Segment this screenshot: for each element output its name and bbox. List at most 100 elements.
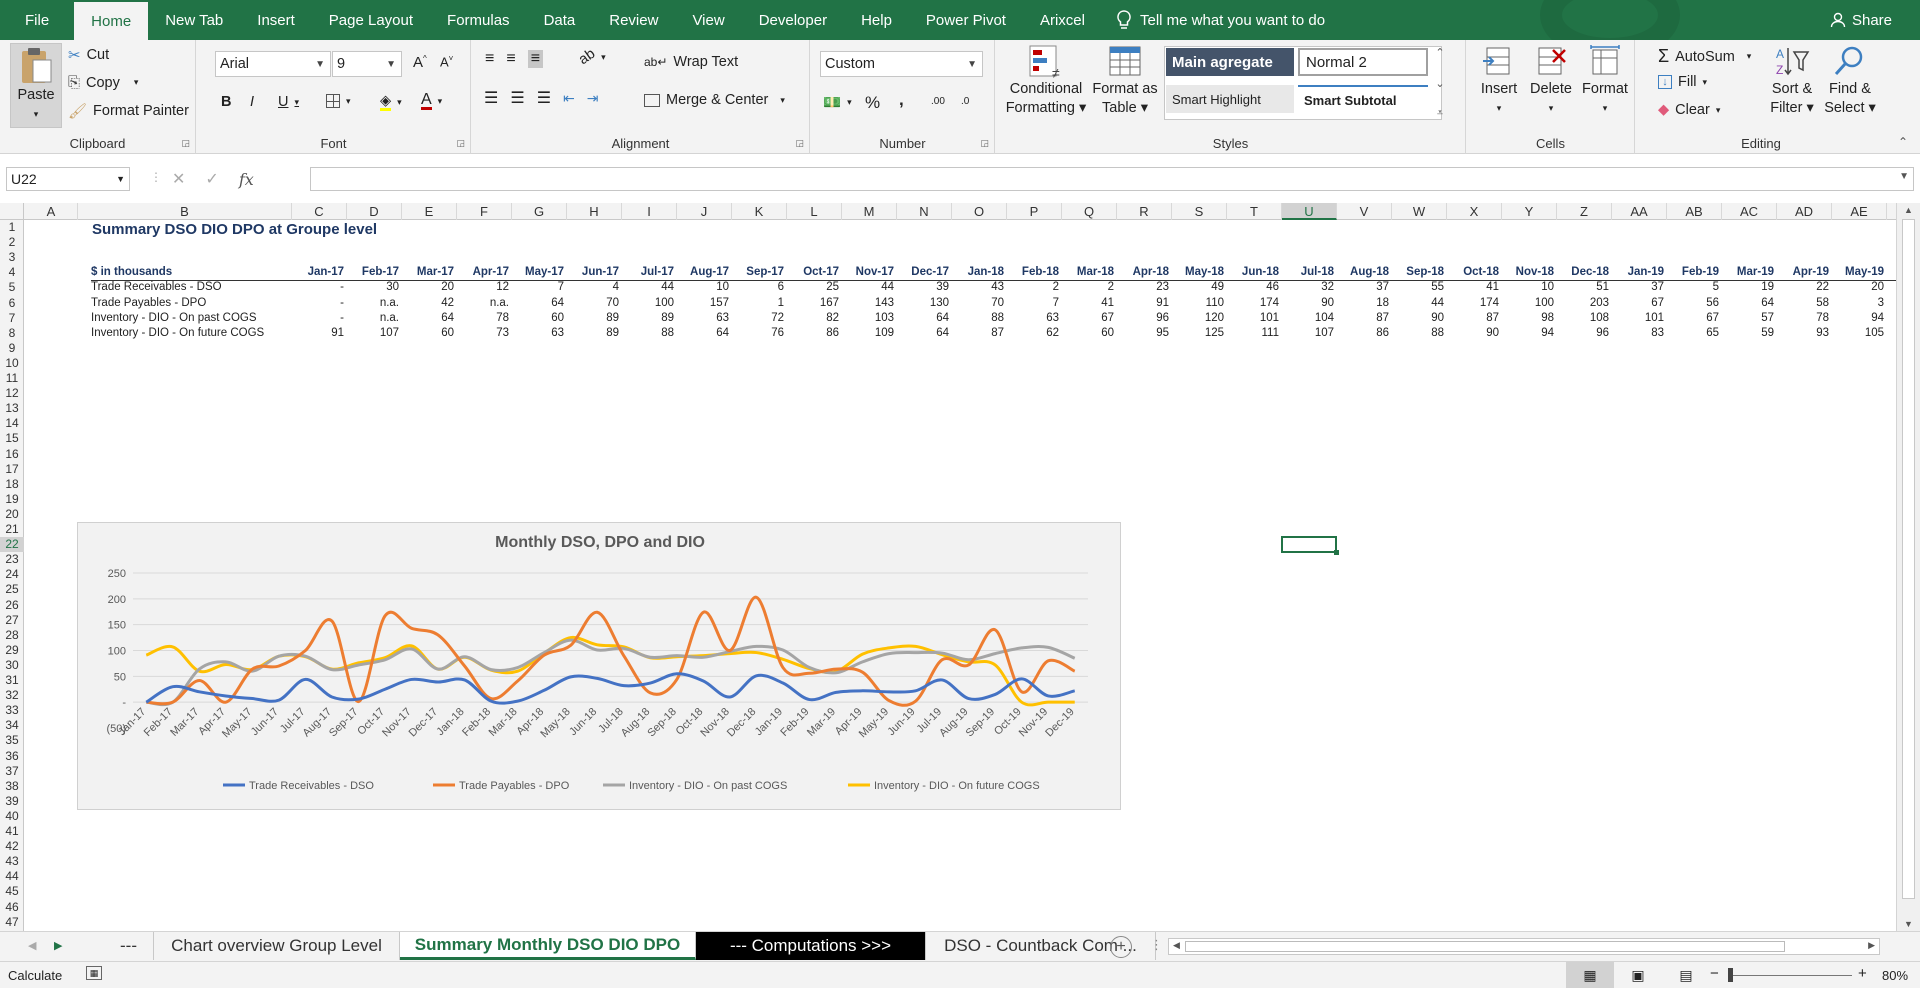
table-cell[interactable]: 58 <box>1777 296 1829 311</box>
scroll-tabs-left-icon[interactable]: ◀ <box>28 939 36 952</box>
table-cell[interactable]: 41 <box>1447 280 1499 295</box>
table-cell[interactable]: 120 <box>1172 311 1224 326</box>
conditional-formatting-button[interactable]: ≠ Conditional Formatting ▾ <box>1004 44 1088 118</box>
row-header[interactable]: 16 <box>0 447 24 462</box>
table-cell[interactable]: 88 <box>952 311 1004 326</box>
format-as-table-button[interactable]: Format as Table ▾ <box>1090 44 1160 118</box>
tab-review[interactable]: Review <box>592 0 675 40</box>
table-cell[interactable]: 64 <box>402 311 454 326</box>
table-cell[interactable]: 108 <box>1557 311 1609 326</box>
align-middle-icon[interactable]: ≡ <box>506 50 515 68</box>
table-cell[interactable]: 70 <box>567 296 619 311</box>
table-cell[interactable]: 83 <box>1612 326 1664 341</box>
copy-button[interactable]: ⎘ Copy ▾ <box>68 74 138 91</box>
table-cell[interactable]: 30 <box>347 280 399 295</box>
table-cell[interactable]: - <box>292 311 344 326</box>
table-cell[interactable]: 109 <box>842 326 894 341</box>
table-cell[interactable]: 7 <box>1007 296 1059 311</box>
table-cell[interactable]: 130 <box>897 296 949 311</box>
select-all-corner[interactable] <box>0 203 24 220</box>
row-header[interactable]: 8 <box>0 326 24 341</box>
table-cell[interactable]: 78 <box>457 311 509 326</box>
table-cell[interactable]: 111 <box>1227 326 1279 341</box>
style-smart-highlight[interactable]: Smart Highlight <box>1166 85 1294 113</box>
align-right-icon[interactable]: ☰ <box>537 88 551 108</box>
table-cell[interactable]: 93 <box>1777 326 1829 341</box>
table-cell[interactable]: 101 <box>1227 311 1279 326</box>
row-header[interactable]: 44 <box>0 869 24 884</box>
file-menu[interactable]: File <box>0 0 74 40</box>
table-cell[interactable]: 20 <box>1832 280 1884 295</box>
table-cell[interactable]: 44 <box>622 280 674 295</box>
align-center-icon[interactable]: ☰ <box>510 88 524 108</box>
table-cell[interactable]: 64 <box>897 311 949 326</box>
table-cell[interactable]: 70 <box>952 296 1004 311</box>
scroll-down-icon[interactable]: ▼ <box>1904 919 1913 929</box>
row-header[interactable]: 39 <box>0 794 24 809</box>
table-cell[interactable]: 157 <box>677 296 729 311</box>
row-header[interactable]: 6 <box>0 296 24 311</box>
row-header[interactable]: 19 <box>0 492 24 507</box>
tab-power-pivot[interactable]: Power Pivot <box>909 0 1023 40</box>
sheet-tab[interactable]: Chart overview Group Level <box>154 932 400 960</box>
column-header-k[interactable]: K <box>732 203 787 220</box>
table-cell[interactable]: 65 <box>1667 326 1719 341</box>
row-header[interactable]: 12 <box>0 386 24 401</box>
column-header-j[interactable]: J <box>677 203 732 220</box>
increase-font-button[interactable]: A^ <box>413 54 427 71</box>
style-smart-subtotal[interactable]: Smart Subtotal <box>1298 85 1428 113</box>
column-header-ae[interactable]: AE <box>1832 203 1887 220</box>
row-header[interactable]: 42 <box>0 839 24 854</box>
collapse-ribbon-icon[interactable]: ⌃ <box>1898 135 1908 149</box>
table-cell[interactable]: 63 <box>1007 311 1059 326</box>
table-cell[interactable]: 100 <box>622 296 674 311</box>
table-cell[interactable]: n.a. <box>457 296 509 311</box>
table-cell[interactable]: 73 <box>457 326 509 341</box>
row-header[interactable]: 34 <box>0 718 24 733</box>
table-cell[interactable]: 174 <box>1227 296 1279 311</box>
table-cell[interactable]: 2 <box>1062 280 1114 295</box>
gallery-down-icon[interactable]: ⌄ <box>1435 77 1444 90</box>
table-cell[interactable]: 94 <box>1502 326 1554 341</box>
tab-developer[interactable]: Developer <box>742 0 844 40</box>
table-cell[interactable]: 39 <box>897 280 949 295</box>
align-top-icon[interactable]: ≡ <box>485 50 494 68</box>
table-cell[interactable]: 60 <box>512 311 564 326</box>
formula-bar-grip-icon[interactable]: ⋮ <box>150 170 162 184</box>
table-cell[interactable]: n.a. <box>347 311 399 326</box>
formula-input[interactable]: ▼ <box>310 167 1914 191</box>
row-header[interactable]: 5 <box>0 280 24 295</box>
table-cell[interactable]: n.a. <box>347 296 399 311</box>
decrease-decimal-button[interactable]: .0 <box>961 96 969 107</box>
gallery-more-icon[interactable]: ⩡ <box>1437 107 1443 120</box>
scroll-up-icon[interactable]: ▲ <box>1904 205 1913 215</box>
table-cell[interactable]: 105 <box>1832 326 1884 341</box>
wrap-text-button[interactable]: ab↵ Wrap Text <box>644 54 738 70</box>
table-cell[interactable]: 100 <box>1502 296 1554 311</box>
tab-formulas[interactable]: Formulas <box>430 0 527 40</box>
column-header-r[interactable]: R <box>1117 203 1172 220</box>
column-header-u[interactable]: U <box>1282 203 1337 220</box>
table-cell[interactable]: 90 <box>1392 311 1444 326</box>
dialog-launcher-icon[interactable]: ◲ <box>795 138 804 149</box>
add-sheet-icon[interactable]: + <box>1110 936 1132 958</box>
legend-entry[interactable]: Inventory - DIO - On past COGS <box>629 780 787 792</box>
row-header[interactable]: 4 <box>0 265 24 280</box>
table-cell[interactable]: 20 <box>402 280 454 295</box>
legend-entry[interactable]: Trade Payables - DPO <box>459 780 570 792</box>
underline-button[interactable]: U ▾ <box>278 94 299 110</box>
table-cell[interactable]: 32 <box>1282 280 1334 295</box>
table-cell[interactable]: 143 <box>842 296 894 311</box>
font-name-select[interactable]: Arial ▼ <box>215 51 331 77</box>
column-header-t[interactable]: T <box>1227 203 1282 220</box>
row-header[interactable]: 37 <box>0 764 24 779</box>
page-layout-view-icon[interactable]: ▣ <box>1614 962 1662 988</box>
table-cell[interactable]: 88 <box>1392 326 1444 341</box>
number-format-select[interactable]: Custom ▼ <box>820 51 983 77</box>
font-color-button[interactable]: A ▾ <box>421 92 442 110</box>
row-header[interactable]: 45 <box>0 884 24 899</box>
fill-color-button[interactable]: ◈ ▾ <box>380 94 402 111</box>
column-header-a[interactable]: A <box>25 203 78 220</box>
table-cell[interactable]: 10 <box>1502 280 1554 295</box>
zoom-out-icon[interactable]: − <box>1710 965 1719 982</box>
